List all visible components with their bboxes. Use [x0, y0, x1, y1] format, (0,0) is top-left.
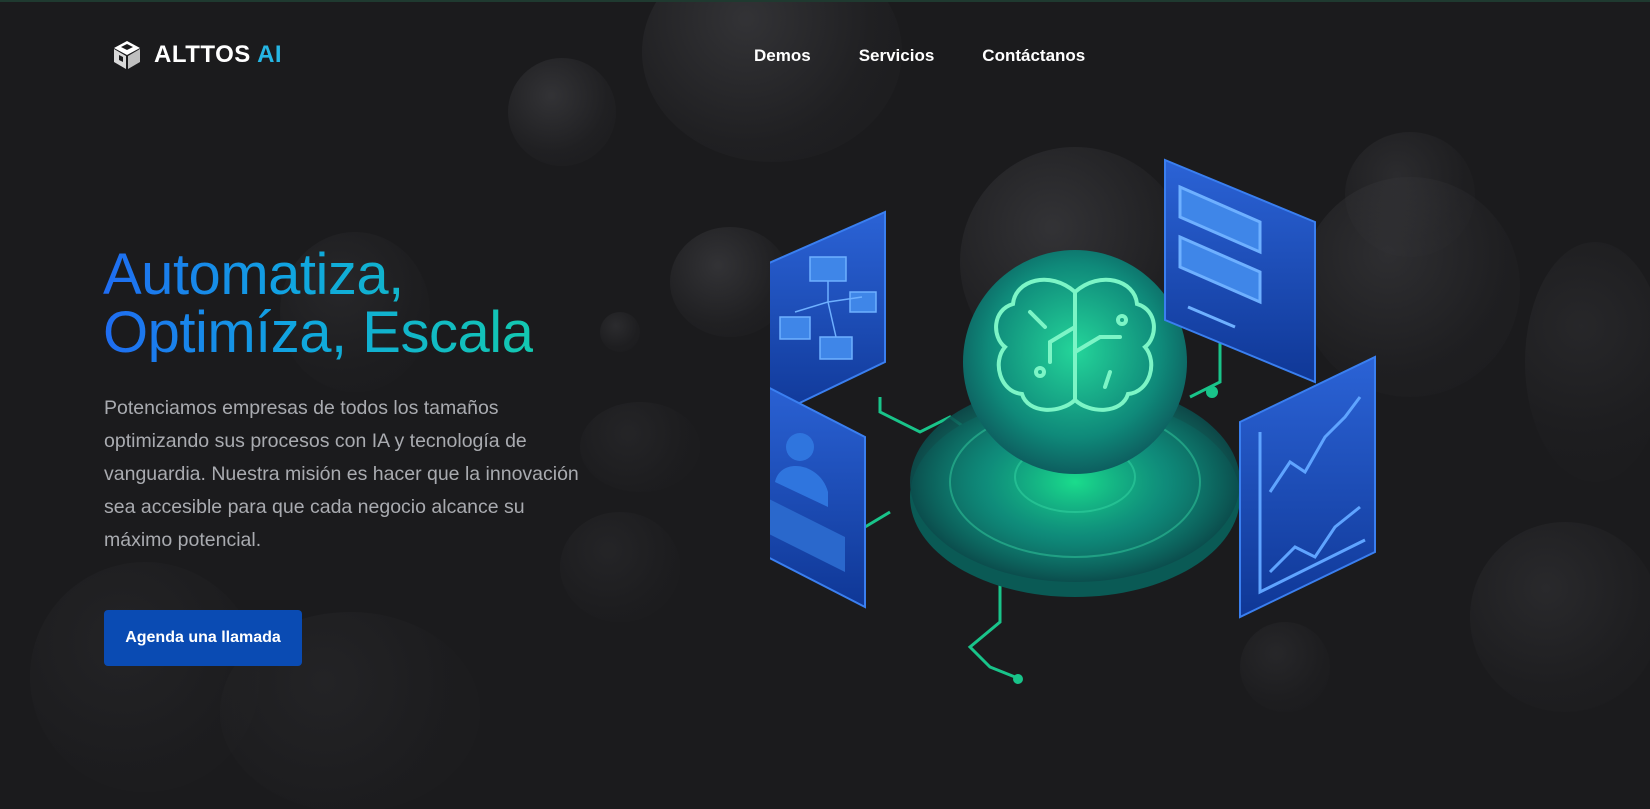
profile-panel	[770, 387, 866, 609]
hero-description: Potenciamos empresas de todos los tamaño…	[104, 397, 579, 551]
chart-panel	[1239, 355, 1376, 619]
nav-link-demos[interactable]: Demos	[754, 46, 811, 66]
flowchart-panel	[770, 210, 886, 419]
top-navigation: ALTTOS AI Demos Servicios Contáctanos	[0, 38, 1650, 74]
document-panel	[1164, 158, 1316, 384]
main-menu: Demos Servicios Contáctanos	[754, 46, 1085, 66]
hero-title-line-2: Optimíza, Escala	[103, 300, 534, 365]
hero-title-line-1: Automatiza,	[103, 242, 404, 307]
brand-logo[interactable]: ALTTOS AI	[110, 38, 282, 72]
cube-logo-icon	[114, 41, 140, 69]
schedule-call-button[interactable]: Agenda una llamada	[104, 610, 302, 666]
brain-sphere	[963, 250, 1187, 474]
brand-name: ALTTOS AI	[154, 41, 283, 68]
ai-illustration	[770, 158, 1376, 684]
nav-link-servicios[interactable]: Servicios	[859, 46, 935, 66]
hero-title: Automatiza, Optimíza, Escala	[103, 246, 533, 362]
nav-link-contactanos[interactable]: Contáctanos	[982, 46, 1085, 66]
